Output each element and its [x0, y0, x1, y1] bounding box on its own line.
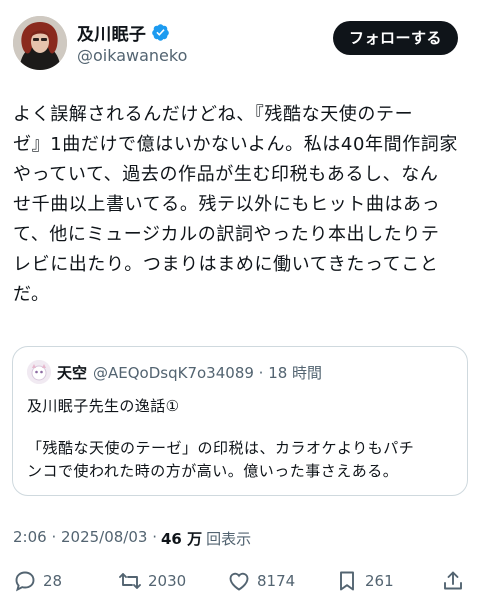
tweet-header: 及川眠子 @oikawaneko フォローする [13, 16, 467, 74]
quoted-tweet-body: 「残酷な天使のテーゼ」の印税は、カラオケよりもパチ ンコで使われた時の方が高い。… [27, 439, 415, 480]
reply-button[interactable]: 28 [13, 566, 62, 596]
repost-icon [119, 573, 141, 589]
author-display-name[interactable]: 及川眠子 [77, 20, 146, 45]
author-handle[interactable]: @oikawaneko [77, 46, 187, 65]
heart-icon [229, 572, 249, 591]
reply-icon [15, 571, 35, 592]
action-bar: 28 2030 8174 261 [13, 566, 469, 596]
bookmark-icon [340, 571, 354, 591]
tweet-timestamp[interactable]: 2:06 · 2025/08/03 · [13, 528, 157, 549]
views-label: 回表示 [206, 530, 252, 548]
author-avatar[interactable] [13, 16, 67, 70]
repost-button[interactable]: 2030 [118, 566, 186, 596]
bookmark-count: 261 [365, 572, 394, 590]
quoted-author-handle-time: @AEQoDsqK7o34089 · 18 時間 [93, 363, 323, 382]
repost-count: 2030 [148, 572, 187, 590]
quoted-author-avatar [27, 360, 51, 384]
quoted-tweet-header: 天空 @AEQoDsqK7o34089 · 18 時間 [27, 360, 322, 384]
views-count: 46 万 [160, 530, 203, 548]
author-name-block: 及川眠子 @oikawaneko [77, 20, 187, 65]
quoted-tweet-first-line: 及川眠子先生の逸話① [27, 397, 180, 415]
like-button[interactable]: 8174 [227, 566, 295, 596]
bookmark-button[interactable]: 261 [335, 566, 394, 596]
share-icon [444, 571, 462, 590]
quoted-tweet-card[interactable]: 天空 @AEQoDsqK7o34089 · 18 時間 及川眠子先生の逸話① 「… [12, 346, 468, 496]
tweet-text: よく誤解されるんだけどね、『残酷な天使のテー ゼ』1曲だけで億はいかないよん。私… [13, 104, 458, 305]
reply-count: 28 [43, 572, 63, 590]
tweet-meta: 2:06 · 2025/08/03 · 46 万 回表示 [13, 528, 251, 549]
share-button[interactable] [441, 566, 465, 596]
verified-badge-icon [151, 23, 170, 42]
quoted-author-name: 天空 [57, 363, 88, 382]
like-count: 8174 [257, 572, 296, 590]
tweet-page: 及川眠子 @oikawaneko フォローする よく誤解されるんだけどね、『残酷… [0, 0, 480, 610]
follow-button[interactable]: フォローする [332, 21, 458, 55]
